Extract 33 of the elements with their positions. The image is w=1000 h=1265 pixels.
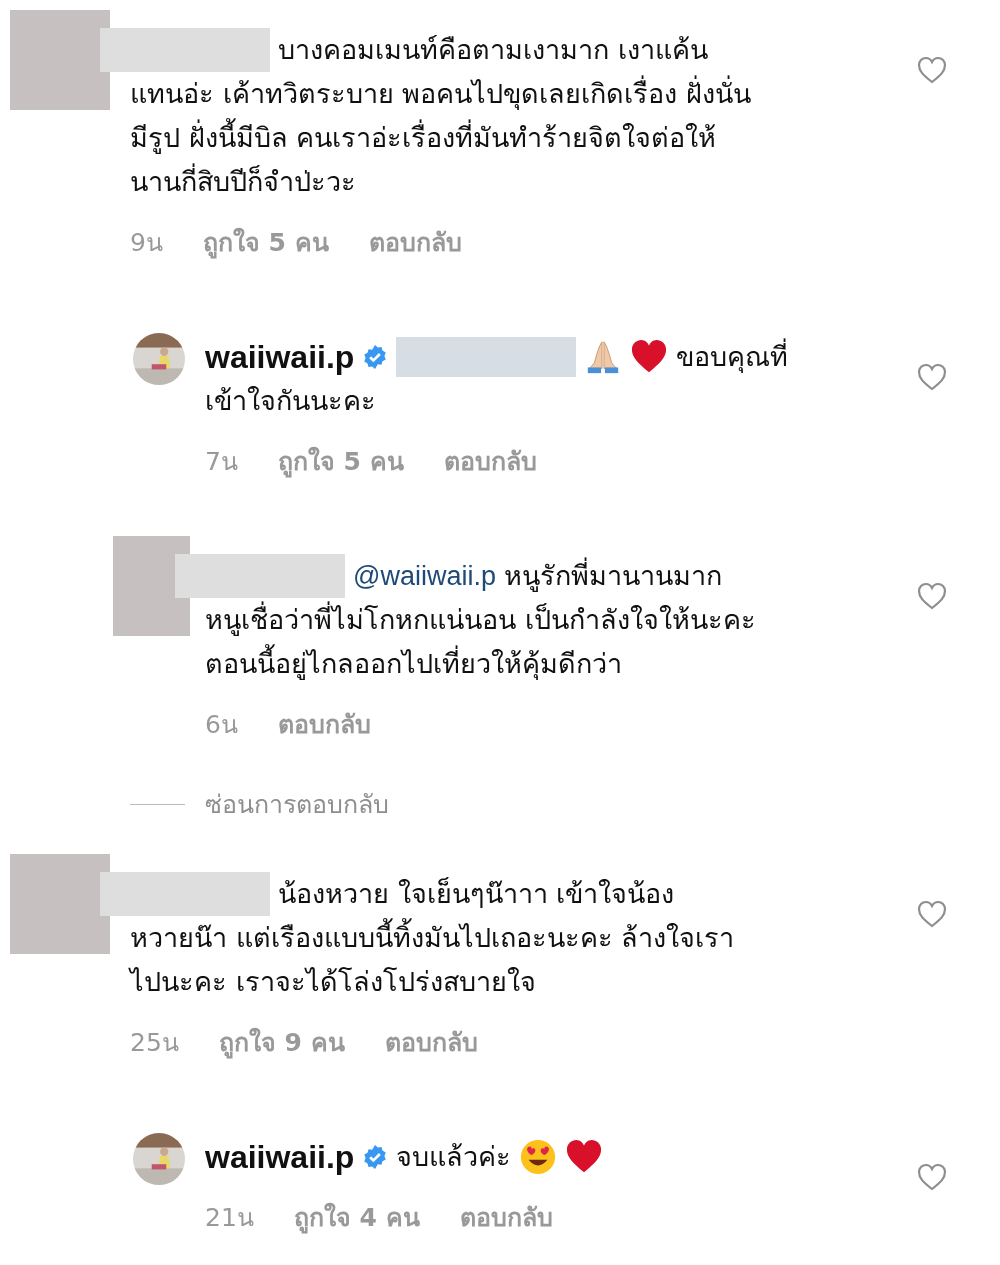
- like-count[interactable]: ถูกใจ 9 คน: [218, 1022, 345, 1062]
- heart-icon[interactable]: [916, 581, 948, 611]
- hide-replies-link[interactable]: ซ่อนการตอบกลับ: [205, 784, 389, 824]
- heart-eyes-face-icon: [519, 1138, 558, 1176]
- heart-icon[interactable]: [916, 899, 948, 929]
- heart-icon[interactable]: [916, 1162, 948, 1192]
- timestamp: 21น: [205, 1202, 254, 1234]
- reply-link[interactable]: ตอบกลับ: [443, 441, 537, 481]
- reply-link[interactable]: ตอบกลับ: [368, 222, 462, 262]
- like-count[interactable]: ถูกใจ 5 คน: [277, 441, 404, 481]
- reply-link[interactable]: ตอบกลับ: [384, 1022, 478, 1062]
- timestamp: 9น: [130, 227, 163, 259]
- comment-text: หนูรักพี่มานานมาก: [503, 554, 722, 598]
- reply-link[interactable]: ตอบกลับ: [459, 1197, 553, 1237]
- like-count[interactable]: ถูกใจ 5 คน: [202, 222, 329, 262]
- heart-icon[interactable]: [916, 362, 948, 392]
- username[interactable]: waiiwaii.p: [205, 1135, 355, 1179]
- comment-text: น้องหวาย ใจเย็นๆน๊าาา เข้าใจน้อง: [278, 876, 675, 911]
- timestamp: 6น: [205, 709, 238, 741]
- comment-text: จบแล้วค่ะ: [396, 1140, 512, 1174]
- heart-icon[interactable]: [916, 55, 948, 85]
- mention-link[interactable]: @waiiwaii.p: [353, 554, 496, 598]
- like-count[interactable]: ถูกใจ 4 คน: [293, 1197, 420, 1237]
- comment-text: ไปนะคะ เราจะได้โล่งโปร่งสบายใจ: [130, 966, 536, 997]
- comment-text: เข้าใจกันนะคะ: [205, 385, 376, 416]
- comment-text: ขอบคุณที่: [676, 335, 789, 379]
- comment-text: บางคอมเมนท์คือตามเงามาก เงาแค้น: [278, 33, 708, 67]
- avatar: [133, 1133, 185, 1185]
- username[interactable]: waiiwaii.p: [205, 335, 355, 379]
- reply-link[interactable]: ตอบกลับ: [277, 704, 371, 744]
- timestamp: 7น: [205, 446, 238, 478]
- timestamp: 25น: [130, 1027, 179, 1059]
- avatar: [133, 333, 185, 385]
